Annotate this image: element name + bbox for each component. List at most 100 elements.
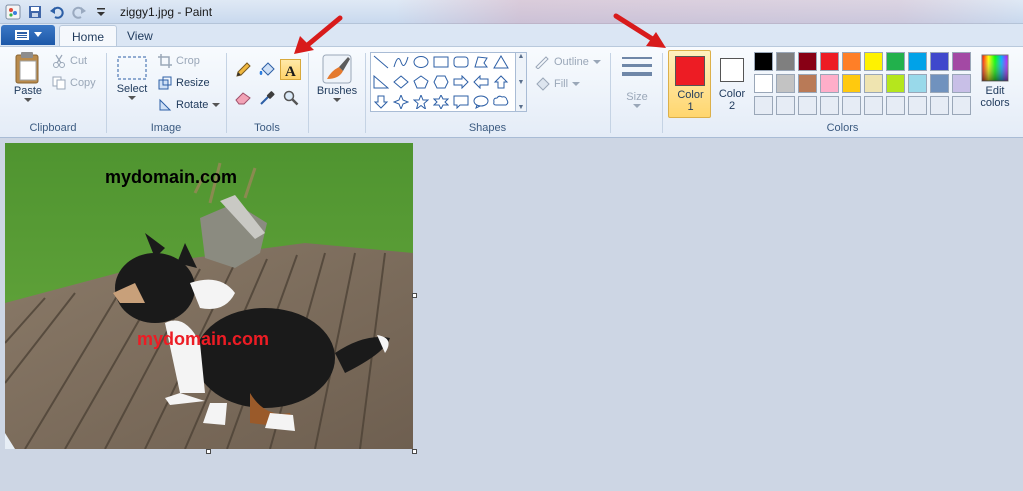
palette-swatch[interactable] [908,74,927,93]
group-divider [610,53,611,133]
palette-swatch[interactable] [820,74,839,93]
outline-button[interactable]: Outline [534,55,601,69]
fill-label: Fill [554,78,569,90]
triangle-shape-icon[interactable] [491,53,511,71]
eraser-tool[interactable] [232,87,253,108]
palette-swatch[interactable] [754,74,773,93]
color-picker-tool[interactable] [256,87,277,108]
canvas-resize-handle-corner[interactable] [412,449,417,454]
four-point-star-shape-icon[interactable] [391,93,411,111]
palette-swatch[interactable] [908,52,927,71]
watermark-text-red: mydomain.com [137,329,270,349]
down-arrow-shape-icon[interactable] [371,93,391,111]
palette-swatch[interactable] [798,52,817,71]
right-triangle-shape-icon[interactable] [371,73,391,91]
palette-swatch[interactable] [864,96,883,115]
group-divider [365,53,366,133]
up-arrow-shape-icon[interactable] [491,73,511,91]
palette-swatch[interactable] [930,96,949,115]
palette-swatch[interactable] [754,96,773,115]
copy-label: Copy [70,77,96,89]
tab-home[interactable]: Home [59,25,118,46]
fill-tool[interactable] [256,59,277,80]
paint-app-icon[interactable] [4,3,22,21]
fill-button[interactable]: Fill [534,77,581,91]
crop-button[interactable]: Crop [158,54,200,68]
six-point-star-shape-icon[interactable] [431,93,451,111]
cloud-callout-shape-icon[interactable] [491,93,511,111]
polygon-shape-icon[interactable] [471,53,491,71]
scroll-down-icon[interactable]: ▼ [518,79,525,86]
palette-swatch[interactable] [864,52,883,71]
text-a-icon: A [285,64,296,78]
save-icon[interactable] [26,3,44,21]
redo-icon[interactable] [70,3,88,21]
five-point-star-shape-icon[interactable] [411,93,431,111]
pencil-icon [235,61,251,77]
tab-view[interactable]: View [115,25,165,46]
cut-button[interactable]: Cut [52,54,87,68]
pencil-tool[interactable] [232,59,253,80]
scroll-up-icon[interactable]: ▲ [518,53,525,60]
canvas-resize-handle-bottom[interactable] [206,449,211,454]
line-shape-icon[interactable] [371,53,391,71]
palette-swatch[interactable] [864,74,883,93]
magnifier-tool[interactable] [280,87,301,108]
rectangle-shape-icon[interactable] [431,53,451,71]
canvas-resize-handle-right[interactable] [412,293,417,298]
palette-swatch[interactable] [886,96,905,115]
palette-swatch[interactable] [820,52,839,71]
palette-swatch[interactable] [798,74,817,93]
ribbon: Paste Cut Copy Clipboard Select Crop Res… [0,46,1023,138]
oval-callout-shape-icon[interactable] [471,93,491,111]
pentagon-shape-icon[interactable] [411,73,431,91]
palette-swatch[interactable] [754,52,773,71]
paint-menu-button[interactable] [1,25,55,45]
oval-shape-icon[interactable] [411,53,431,71]
copy-button[interactable]: Copy [52,76,96,90]
color1-number: 1 [687,101,694,113]
hexagon-shape-icon[interactable] [431,73,451,91]
rounded-rectangle-shape-icon[interactable] [451,53,471,71]
size-button[interactable]: Size [616,53,658,109]
text-tool[interactable]: A [280,59,301,80]
palette-swatch[interactable] [952,74,971,93]
palette-swatch[interactable] [842,74,861,93]
chevron-down-icon [333,98,341,102]
palette-swatch[interactable] [798,96,817,115]
palette-swatch[interactable] [776,96,795,115]
palette-swatch[interactable] [930,52,949,71]
more-shapes-icon[interactable]: ▼ [518,104,525,111]
canvas-image[interactable]: mydomain.com mydomain.com [5,143,413,449]
palette-swatch[interactable] [842,96,861,115]
palette-swatch[interactable] [908,96,927,115]
color1-button[interactable]: Color 1 [668,50,711,118]
group-divider [308,53,309,133]
resize-button[interactable]: Resize [158,76,210,90]
brushes-button[interactable]: Brushes [313,53,361,103]
customize-qat-icon[interactable] [92,3,110,21]
undo-icon[interactable] [48,3,66,21]
diamond-shape-icon[interactable] [391,73,411,91]
shapes-scrollbar[interactable]: ▲ ▼ ▼ [515,52,527,112]
rect-callout-shape-icon[interactable] [451,93,471,111]
palette-swatch[interactable] [776,52,795,71]
palette-swatch[interactable] [776,74,795,93]
paste-button[interactable]: Paste [8,51,48,103]
palette-swatch[interactable] [820,96,839,115]
palette-swatch[interactable] [952,52,971,71]
edit-colors-button[interactable]: Edit colors [975,53,1015,109]
palette-swatch[interactable] [930,74,949,93]
left-arrow-shape-icon[interactable] [471,73,491,91]
tools-group-label: Tools [254,122,280,134]
right-arrow-shape-icon[interactable] [451,73,471,91]
select-button[interactable]: Select [112,55,152,101]
rotate-button[interactable]: Rotate [158,98,221,112]
palette-swatch[interactable] [886,52,905,71]
palette-swatch[interactable] [952,96,971,115]
color2-button[interactable]: Color 2 [715,50,749,118]
palette-swatch[interactable] [886,74,905,93]
select-label: Select [116,83,148,95]
curve-shape-icon[interactable] [391,53,411,71]
palette-swatch[interactable] [842,52,861,71]
